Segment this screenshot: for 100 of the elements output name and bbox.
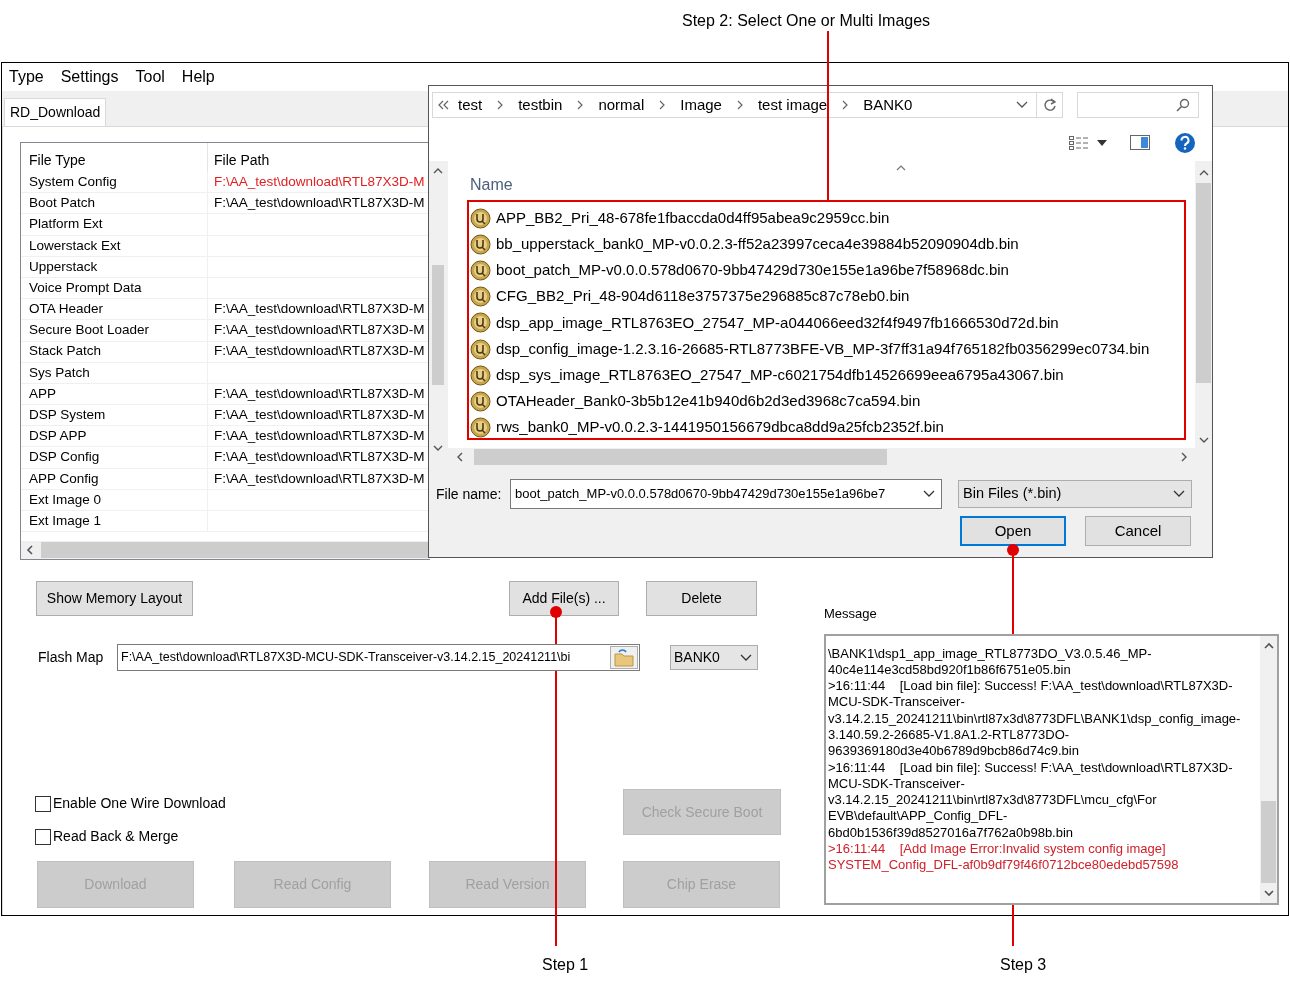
caret-down-icon: [1097, 139, 1107, 146]
disc-icon: [470, 233, 491, 255]
callout-label: Step 2: Select One or Multi Images: [682, 11, 931, 31]
column-header[interactable]: File Path: [208, 143, 430, 172]
chevron-right-icon: [658, 100, 667, 110]
table-cell-text: F:\AA_test\download\RTL87X3D-M: [214, 194, 425, 213]
field-label: File name:: [436, 484, 503, 504]
scrollbar[interactable]: [1195, 161, 1212, 448]
dropdown[interactable]: BANK0: [670, 645, 758, 670]
menu-item[interactable]: Type: [9, 65, 44, 89]
table-cell-text: F:\AA_test\download\RTL87X3D-M: [214, 300, 425, 319]
chevron-right-icon: [496, 100, 505, 110]
help-icon: [1174, 131, 1196, 154]
table-cell-text: Ext Image 1: [29, 511, 102, 530]
menu-item[interactable]: Tool: [135, 65, 165, 89]
file-row[interactable]: CFG_BB2_Pri_48-904d6118e3757375e296885c87c78eb0.bin: [470, 283, 1193, 310]
button[interactable]: Open: [960, 516, 1066, 546]
table-cell-text: Boot Patch: [29, 194, 96, 213]
column-header[interactable]: File Type: [21, 143, 208, 172]
field-label: Flash Map: [38, 648, 105, 667]
breadcrumb[interactable]: test image: [757, 93, 828, 117]
chevron-down-icon: [1173, 490, 1185, 498]
checkbox[interactable]: Enable One Wire Download: [35, 793, 623, 814]
log-line: >16:11:44 [Add Image Error:Invalid system config image] SYSTEM_Config_DFL-af0b9df79f46f0712bce80edebd57598: [828, 841, 1180, 874]
disc-icon: [470, 417, 491, 439]
table-cell-text: Upperstack: [29, 257, 98, 276]
file-row[interactable]: dsp_config_image-1.2.3.16-26685-RTL8773BFE-VB_MP-3f7ff31a94f765182fb0356299ec0734.bin: [470, 335, 1193, 363]
table-cell-text: Sys Patch: [29, 363, 90, 382]
table-cell-text: Lowerstack Ext: [29, 236, 121, 255]
file-row[interactable]: boot_patch_MP-v0.0.0.578d0670-9bb47429d730e155e1a96be7f58968dc.bin: [470, 257, 1193, 284]
input-field[interactable]: boot_patch_MP-v0.0.0.578d0670-9bb47429d730e155e1a96be7: [510, 479, 942, 509]
file-row[interactable]: OTAHeader_Bank0-3b5b12e41b940d6b2d3ed3968c7ca594.bin: [470, 388, 1193, 415]
log-line: >16:11:44 [Load bin file]: Success! F:\AA_test\download\RTL87X3D-MCU-SDK-Transceiver-v3.14.2.15_20241211\bin\rtl87x3d\8773DFL\BANK1\dsp_config_image-3.140.59.2-26685-V1.8A1.2-RTL8773DO-9639369180d3e40b6789d9bcb86d74c9.bin: [828, 678, 1242, 760]
table-cell-text: Stack Patch: [29, 342, 102, 361]
table-cell-text: DSP Config: [29, 448, 100, 467]
table-cell-text: DSP System: [29, 406, 106, 425]
input-field[interactable]: F:\AA_test\download\RTL87X3D-MCU-SDK-Transceiver-v3.14.2.15_20241211\bi: [117, 644, 640, 671]
menu-item[interactable]: Settings: [60, 65, 119, 89]
table-cell-text: Platform Ext: [29, 215, 103, 234]
file-row[interactable]: APP_BB2_Pri_48-678fe1fbaccda0d4ff95abea9c2959cc.bin: [470, 205, 1193, 232]
file-row[interactable]: rws_bank0_MP-v0.0.2.3-1441950156679dbca8dd9a25fcb2352f.bin: [470, 414, 1193, 441]
chevron-right-icon: [841, 100, 850, 110]
table-cell-text: Ext Image 0: [29, 490, 102, 509]
breadcrumb[interactable]: testbin: [518, 93, 563, 117]
chevron-right-icon: [735, 100, 744, 110]
button[interactable]: Show Memory Layout: [36, 581, 193, 616]
callout-label: Step 3: [1000, 955, 1047, 975]
dropdown[interactable]: Bin Files (*.bin): [958, 480, 1192, 508]
table-cell-text: System Config: [29, 172, 117, 191]
sort-caret-icon: [896, 165, 906, 171]
chevron-down-icon: [923, 490, 935, 498]
table-cell-text: F:\AA_test\download\RTL87X3D-M: [214, 448, 425, 467]
search-field[interactable]: [1077, 92, 1199, 118]
button[interactable]: Add File(s) ...: [509, 581, 619, 616]
refresh-icon: [1042, 98, 1057, 112]
search-icon: [1176, 98, 1190, 112]
scrollbar[interactable]: [1260, 635, 1277, 903]
log-line: >16:11:44 [Load bin file]: Success! F:\AA_test\download\RTL87X3D-MCU-SDK-Transceiver-v3.14.2.15_20241211\bin\rtl87x3d\8773DFL\mcu_cfg\For EVB\default\APP_Config_DFL-6bd0b1536f39d8527016a7f762a0b98b.bin: [828, 759, 1234, 842]
log-line: \BANK1\dsp1_app_image_RTL8773DO_V3.0.5.46_MP-40c4e114e3cd58bd920f1b86f6751e05.bin: [828, 645, 1153, 679]
chevron-down-icon: [1016, 101, 1028, 109]
chevron-right-icon: [576, 100, 585, 110]
folder-icon: [614, 648, 634, 667]
file-row[interactable]: dsp_sys_image_RTL8763EO_27547_MP-c6021754dfb14526699eea6795a43067.bin: [470, 362, 1193, 389]
column-header[interactable]: Name: [470, 173, 513, 197]
table-cell-text: DSP APP: [29, 427, 87, 446]
disc-icon: [470, 286, 491, 308]
button[interactable]: Cancel: [1085, 516, 1191, 546]
scrollbar[interactable]: [448, 448, 1212, 466]
disc-icon: [470, 259, 491, 281]
table-cell-text: F:\AA_test\download\RTL87X3D-M: [214, 321, 425, 340]
callout-label: Step 1: [542, 955, 589, 975]
table-cell-text: F:\AA_test\download\RTL87X3D-M: [214, 384, 425, 403]
table-cell-text: F:\AA_test\download\RTL87X3D-M: [214, 469, 425, 488]
disc-icon: [470, 390, 491, 412]
table-cell-text: F:\AA_test\download\RTL87X3D-M: [214, 172, 425, 191]
scrollbar[interactable]: [21, 541, 430, 559]
address-bar[interactable]: test testbin normal Image test image BANK0: [432, 92, 1063, 118]
table-cell-text: F:\AA_test\download\RTL87X3D-M: [214, 342, 425, 361]
checkbox[interactable]: Read Back & Merge: [35, 826, 623, 847]
menu-item[interactable]: Help: [181, 65, 215, 89]
breadcrumb[interactable]: normal: [598, 93, 645, 117]
file-row[interactable]: bb_upperstack_bank0_MP-v0.0.2.3-ff52a23997ceca4e39884b52090904db.bin: [470, 231, 1193, 258]
tab[interactable]: RD_Download: [4, 98, 107, 126]
breadcrumb[interactable]: BANK0: [863, 93, 913, 117]
table-cell-text: Voice Prompt Data: [29, 278, 142, 297]
file-row[interactable]: dsp_app_image_RTL8763EO_27547_MP-a044066eed32f4f9497fb1666530d72d.bin: [470, 309, 1193, 336]
table-cell-text: APP: [29, 384, 56, 403]
disc-icon: [470, 364, 491, 386]
disc-icon: [470, 312, 491, 334]
breadcrumb[interactable]: test: [458, 93, 483, 117]
table-cell-text: Secure Boot Loader: [29, 321, 150, 340]
disc-icon: [470, 207, 491, 229]
table-cell-text: APP Config: [29, 469, 99, 488]
view-list-icon: [1069, 135, 1089, 150]
breadcrumb[interactable]: Image: [680, 93, 722, 117]
button[interactable]: Delete: [646, 581, 757, 616]
table-cell-text: F:\AA_test\download\RTL87X3D-M: [214, 427, 425, 446]
browse-button[interactable]: [610, 646, 638, 669]
panel-label: Message: [824, 605, 878, 623]
chevron-down-icon: [740, 653, 752, 662]
